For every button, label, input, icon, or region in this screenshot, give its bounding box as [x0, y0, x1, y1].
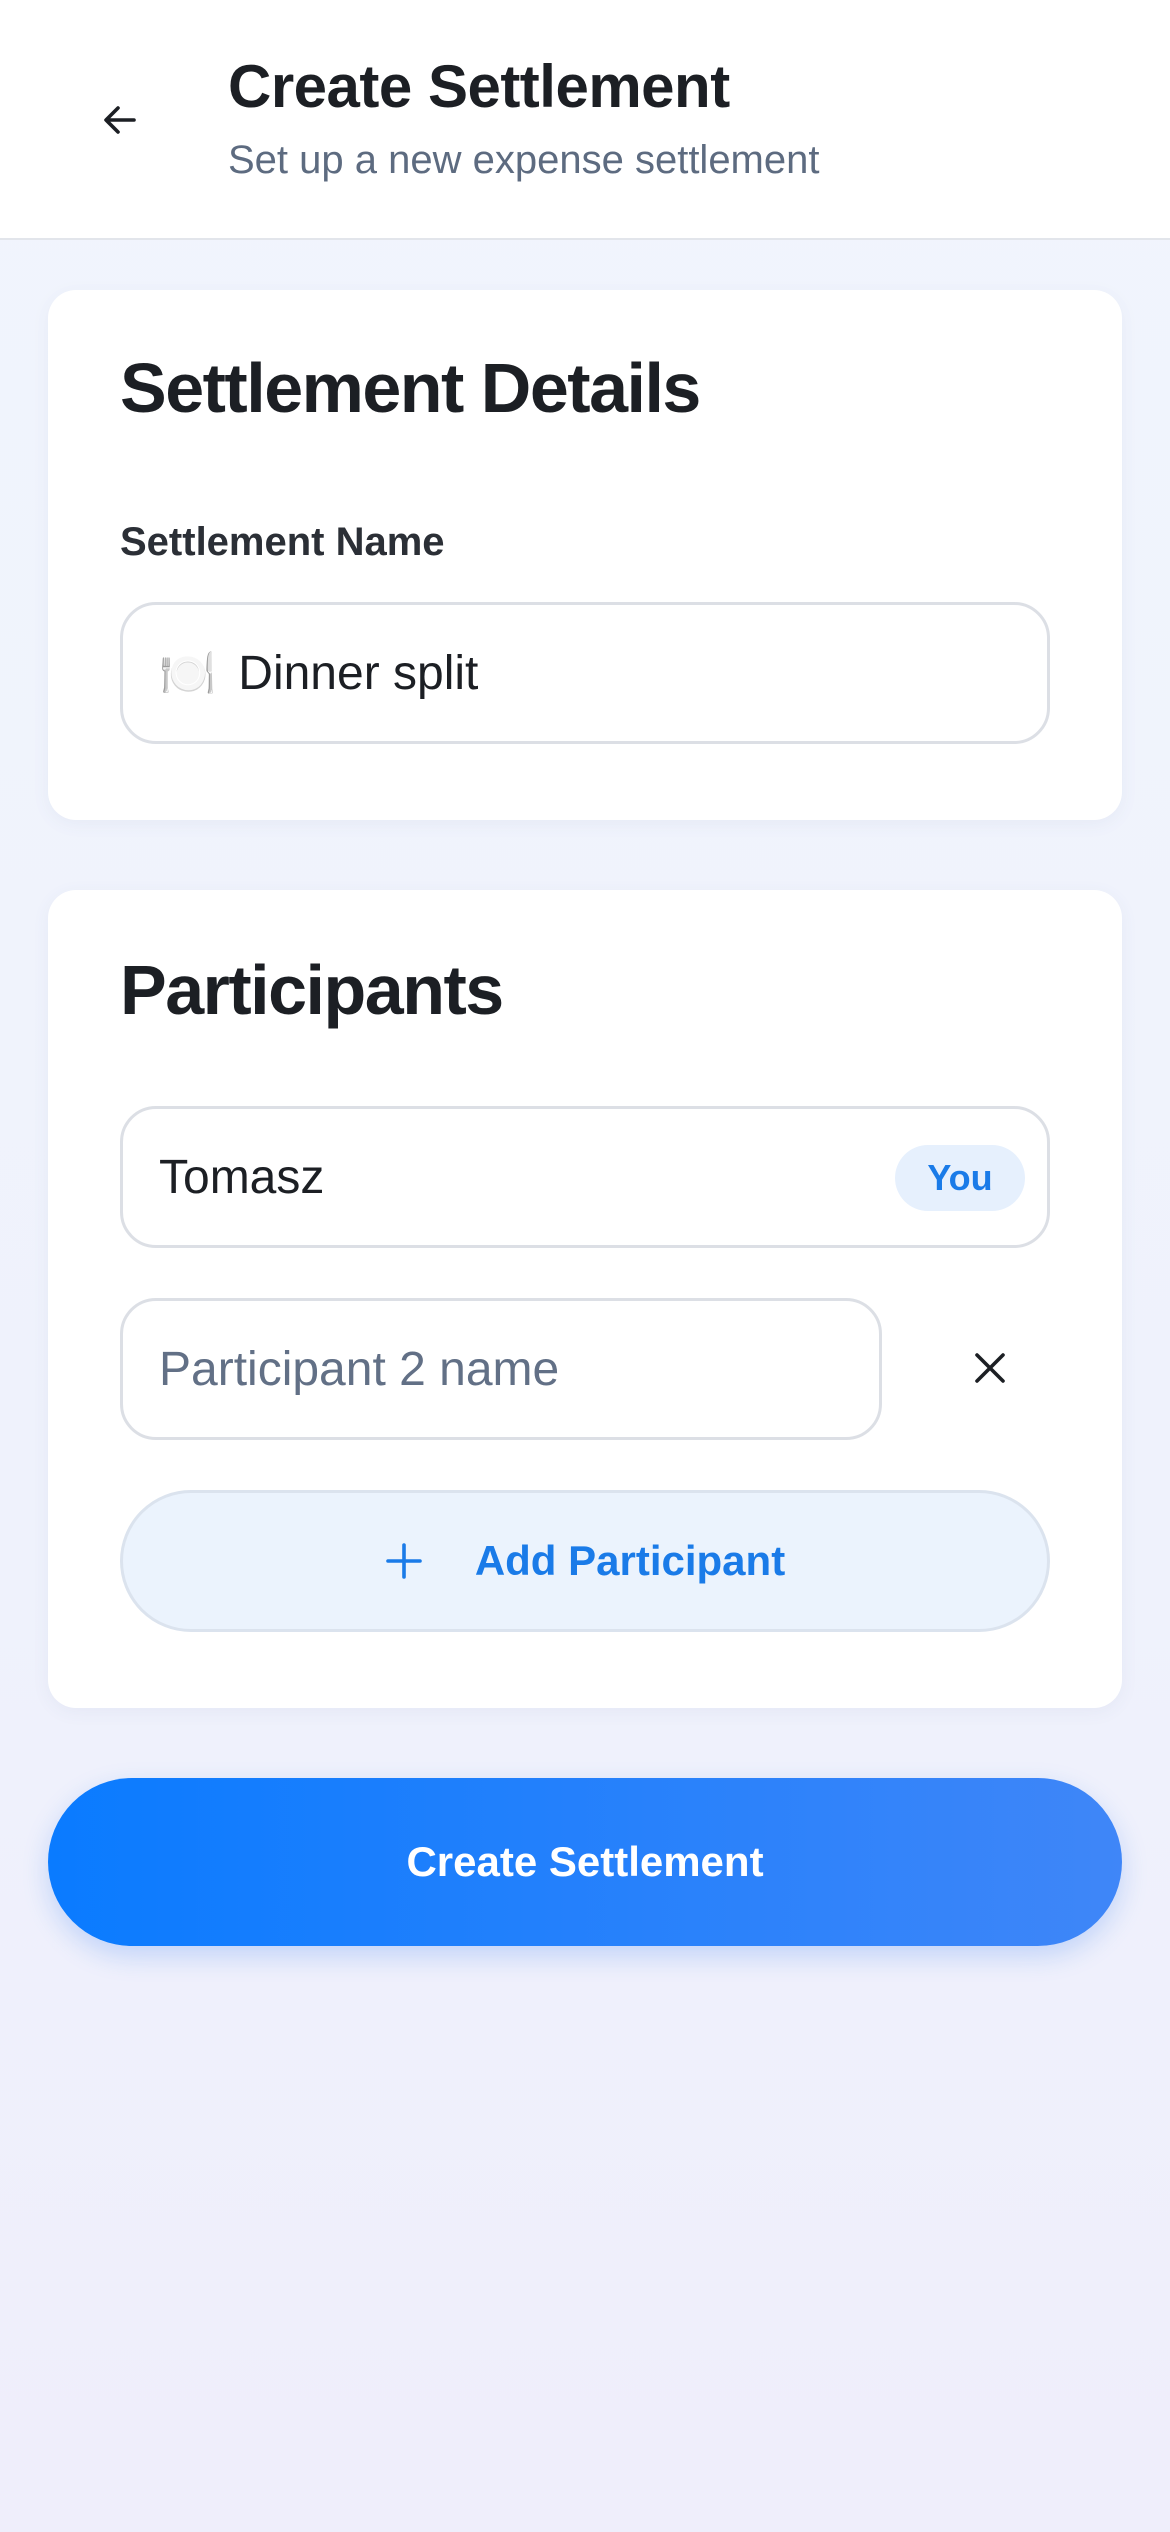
participant-1-input[interactable]: Tomasz You	[120, 1106, 1050, 1248]
settlement-details-card: Settlement Details Settlement Name 🍽️ Di…	[48, 290, 1122, 820]
settlement-name-input[interactable]: 🍽️ Dinner split	[120, 602, 1050, 744]
participant-2-placeholder: Participant 2 name	[159, 1342, 560, 1396]
close-icon	[975, 1353, 1005, 1383]
create-settlement-button[interactable]: Create Settlement	[48, 1778, 1122, 1946]
participant-1-name: Tomasz	[159, 1150, 325, 1204]
page-title: Create Settlement	[228, 53, 730, 120]
back-button[interactable]	[80, 80, 160, 160]
participant-2-input[interactable]: Participant 2 name	[120, 1298, 882, 1440]
participants-title: Participants	[120, 951, 504, 1029]
you-badge: You	[895, 1145, 1025, 1211]
remove-participant-2-button[interactable]	[948, 1326, 1032, 1410]
create-settlement-label: Create Settlement	[406, 1838, 764, 1885]
page-subtitle: Set up a new expense settlement	[228, 138, 820, 182]
plus-icon	[385, 1542, 423, 1580]
plate-cutlery-icon: 🍽️	[159, 645, 217, 700]
add-participant-button[interactable]: Add Participant	[120, 1490, 1050, 1632]
settlement-name-value: Dinner split	[238, 646, 479, 700]
add-participant-label: Add Participant	[474, 1537, 786, 1584]
arrow-left-icon	[104, 106, 136, 134]
participants-card: Participants Tomasz You Participant 2 na…	[48, 890, 1122, 1708]
app-header: Create Settlement Set up a new expense s…	[0, 0, 1170, 240]
settlement-details-title: Settlement Details	[120, 349, 701, 427]
settlement-name-label: Settlement Name	[120, 520, 445, 564]
